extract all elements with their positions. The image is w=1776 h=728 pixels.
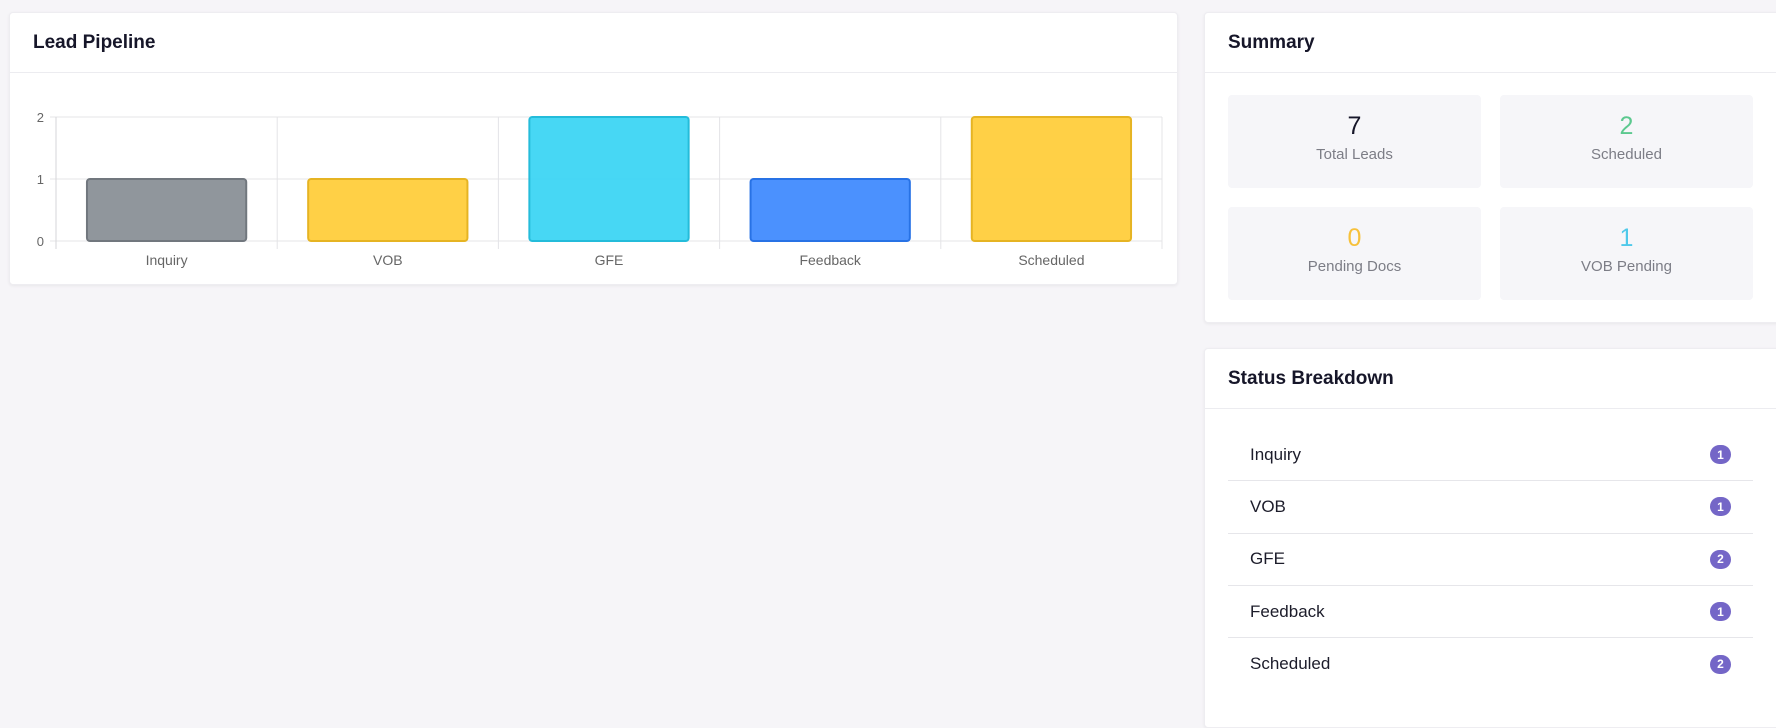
x-tick-label: Scheduled	[1018, 252, 1084, 268]
count-badge: 1	[1710, 602, 1731, 622]
bar-scheduled	[970, 116, 1133, 242]
status-breakdown-title: Status Breakdown	[1205, 349, 1776, 409]
lead-pipeline-title: Lead Pipeline	[10, 13, 1177, 73]
stat-scheduled: 2 Scheduled	[1500, 95, 1753, 188]
count-badge: 2	[1710, 654, 1731, 674]
count-badge: 1	[1710, 497, 1731, 517]
stat-value: 1	[1619, 224, 1634, 252]
bar-feedback	[749, 178, 911, 242]
status-list: Inquiry 1 VOB 1 GFE 2 Feedback 1 Schedul…	[1228, 429, 1753, 690]
count-badge: 1	[1710, 445, 1731, 465]
x-tick-label: Inquiry	[146, 252, 188, 268]
stat-value: 7	[1347, 112, 1362, 140]
y-tick-label: 0	[37, 234, 44, 249]
status-label: Scheduled	[1250, 654, 1331, 674]
lead-pipeline-card: Lead Pipeline 0 1 2 Inquiry VOB GFE Feedback Sc…	[9, 12, 1178, 285]
bar-vob	[307, 178, 469, 242]
status-label: Feedback	[1250, 601, 1325, 621]
stat-label: Scheduled	[1591, 146, 1662, 163]
status-row-scheduled[interactable]: Scheduled 2	[1228, 638, 1753, 690]
lead-pipeline-chart: 0 1 2 Inquiry VOB GFE Feedback Scheduled	[37, 110, 1163, 268]
summary-title: Summary	[1205, 13, 1776, 73]
status-label: VOB	[1250, 496, 1286, 516]
status-label: Inquiry	[1250, 444, 1302, 464]
stat-label: Pending Docs	[1307, 258, 1402, 275]
y-tick-label: 1	[37, 172, 44, 187]
stat-label: Total Leads	[1316, 146, 1393, 163]
stat-pending-docs: 0 Pending Docs	[1228, 207, 1481, 300]
count-badge: 2	[1710, 549, 1731, 569]
bar-gfe	[528, 116, 690, 242]
status-row-inquiry[interactable]: Inquiry 1	[1228, 429, 1753, 482]
summary-card: Summary 7 Total Leads 2 Scheduled 0 Pend…	[1204, 12, 1776, 323]
x-tick-label: GFE	[595, 252, 624, 268]
bar-inquiry	[85, 178, 248, 242]
x-tick-label: Feedback	[799, 252, 861, 268]
status-breakdown-card: Status Breakdown Inquiry 1 VOB 1 GFE 2 F…	[1204, 348, 1776, 728]
y-tick-label: 2	[37, 110, 44, 125]
x-tick-label: VOB	[373, 252, 403, 268]
stat-vob-pending: 1 VOB Pending	[1500, 207, 1753, 300]
status-row-vob[interactable]: VOB 1	[1228, 481, 1753, 534]
stat-value: 0	[1347, 224, 1362, 252]
stat-label: VOB Pending	[1581, 258, 1672, 275]
stat-total-leads: 7 Total Leads	[1228, 95, 1481, 188]
status-row-feedback[interactable]: Feedback 1	[1228, 586, 1753, 639]
stat-value: 2	[1619, 112, 1634, 140]
status-row-gfe[interactable]: GFE 2	[1228, 534, 1753, 586]
status-label: GFE	[1250, 549, 1285, 569]
